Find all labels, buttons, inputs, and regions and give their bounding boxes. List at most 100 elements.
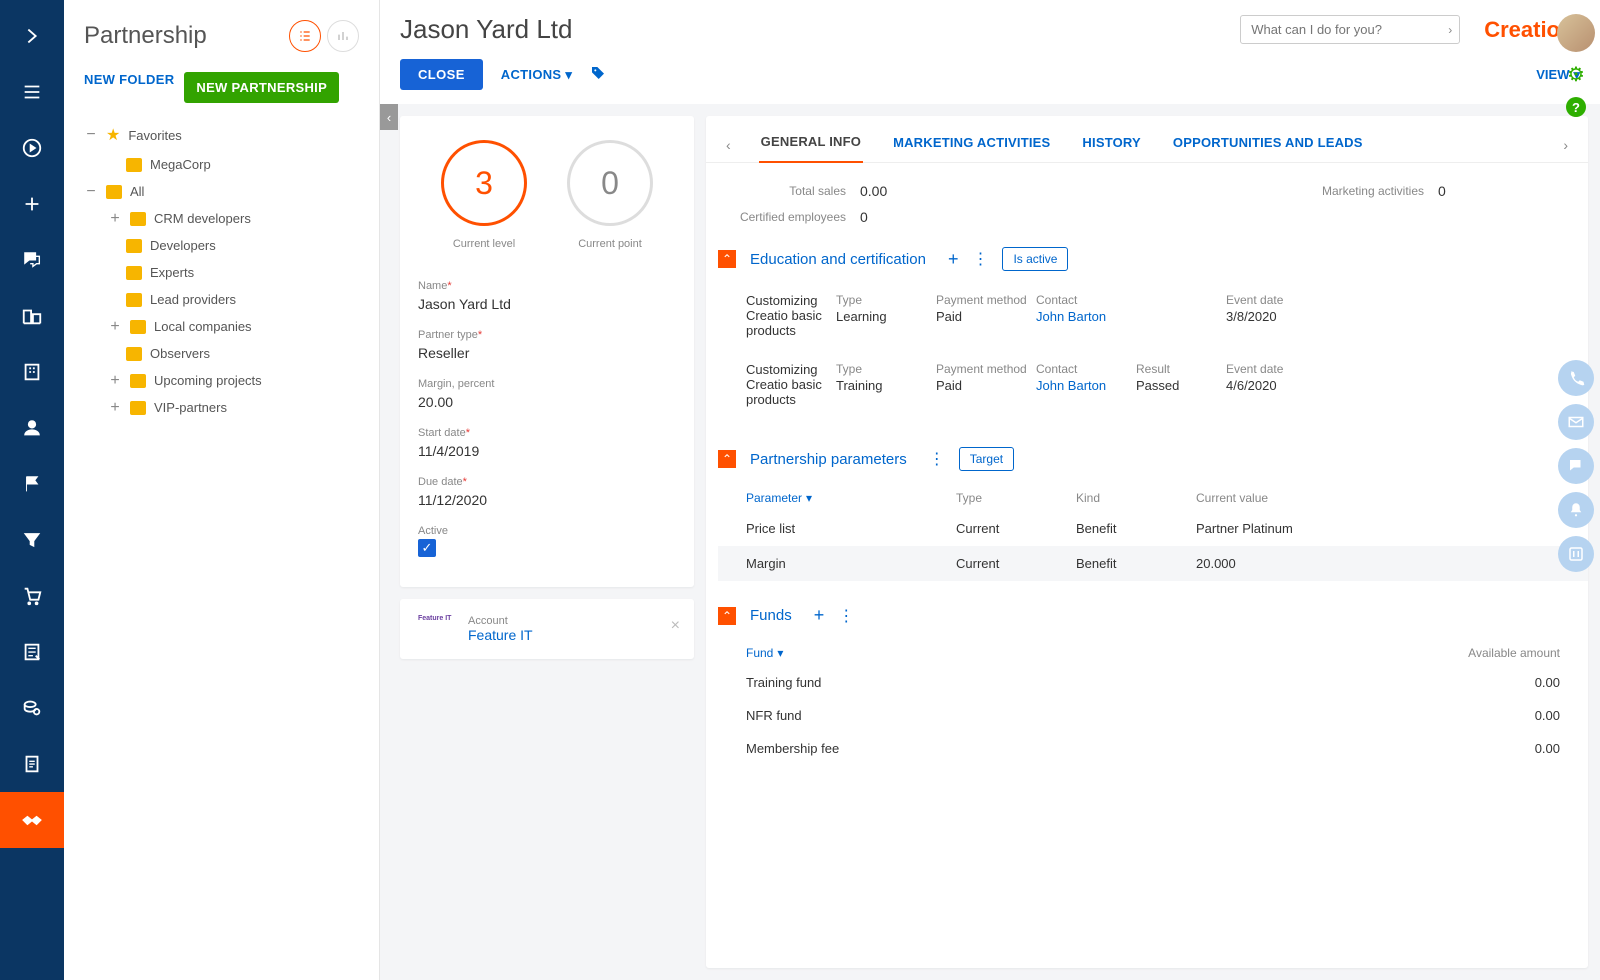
current-point-metric: 0 Current point [567, 140, 653, 250]
collapse-icon[interactable]: ⌃ [718, 250, 736, 268]
chart-view-toggle[interactable] [327, 20, 359, 52]
mail-icon[interactable] [1558, 404, 1594, 440]
help-icon[interactable]: ? [1566, 97, 1586, 117]
nav-note-icon[interactable] [0, 624, 64, 680]
tab-opportunities[interactable]: OPPORTUNITIES AND LEADS [1171, 129, 1365, 162]
nav-coins-icon[interactable] [0, 680, 64, 736]
is-active-filter[interactable]: Is active [1002, 247, 1068, 271]
tab-marketing[interactable]: MARKETING ACTIVITIES [891, 129, 1052, 162]
actions-dropdown[interactable]: ACTIONS ▾ [501, 67, 572, 83]
user-avatar[interactable] [1557, 14, 1595, 52]
chat-icon[interactable] [1558, 448, 1594, 484]
col-header[interactable]: Current value [1196, 491, 1316, 505]
table-row[interactable]: Membership fee0.00 [746, 732, 1560, 765]
folder-item[interactable]: +VIP-partners [80, 394, 363, 421]
tabs-prev[interactable]: ‹ [726, 137, 731, 153]
folder-icon [130, 374, 146, 388]
due-date-field[interactable]: Due date*11/12/2020 [418, 476, 676, 515]
target-button[interactable]: Target [959, 447, 1014, 471]
sort-fund[interactable]: Fund ▾ [746, 646, 783, 660]
add-icon[interactable]: + [814, 605, 825, 626]
table-row[interactable]: Training fund0.00 [746, 666, 1560, 699]
margin-field[interactable]: Margin, percent20.00 [418, 378, 676, 417]
sort-parameter[interactable]: Parameter ▾ [746, 491, 956, 505]
start-date-field[interactable]: Start date*11/4/2019 [418, 427, 676, 466]
list-view-toggle[interactable] [289, 20, 321, 52]
active-checkbox[interactable]: ✓ [418, 539, 436, 557]
settings-icon[interactable]: ⚙ [1567, 62, 1585, 87]
section-education-title[interactable]: Education and certification [750, 251, 926, 268]
more-icon[interactable]: ⋮ [929, 449, 945, 469]
col-header[interactable]: Type [956, 491, 1076, 505]
tab-general-info[interactable]: GENERAL INFO [759, 128, 863, 163]
section-params-title[interactable]: Partnership parameters [750, 451, 907, 468]
folder-item[interactable]: Experts [80, 259, 363, 286]
favorites-folder[interactable]: −★Favorites [80, 119, 363, 151]
nav-funnel-icon[interactable] [0, 512, 64, 568]
nav-feed-icon[interactable] [0, 232, 64, 288]
folder-icon [126, 266, 142, 280]
nav-cart-icon[interactable] [0, 568, 64, 624]
nav-add[interactable] [0, 176, 64, 232]
col-header[interactable]: Kind [1076, 491, 1196, 505]
collapse-icon[interactable]: ⌃ [718, 607, 736, 625]
section-funds-title[interactable]: Funds [750, 607, 792, 624]
close-button[interactable]: CLOSE [400, 59, 483, 90]
folder-item[interactable]: +Upcoming projects [80, 367, 363, 394]
folder-label: All [130, 184, 144, 199]
account-link[interactable]: Feature IT [468, 627, 533, 643]
nav-partnership-icon[interactable] [0, 792, 64, 848]
table-row[interactable]: NFR fund0.00 [746, 699, 1560, 732]
nav-play[interactable] [0, 120, 64, 176]
nav-contacts-icon[interactable] [0, 400, 64, 456]
table-row[interactable]: Customizing Creatio basic products TypeT… [746, 354, 1560, 423]
folder-item[interactable]: +Local companies [80, 313, 363, 340]
all-folder[interactable]: −All [80, 178, 363, 205]
bell-icon[interactable] [1558, 492, 1594, 528]
tab-history[interactable]: HISTORY [1080, 129, 1142, 162]
more-icon[interactable]: ⋮ [838, 606, 854, 626]
global-search-input[interactable] [1240, 15, 1460, 44]
folder-item[interactable]: Observers [80, 340, 363, 367]
tabs-next[interactable]: › [1563, 137, 1568, 153]
marketing-activities-field[interactable]: Marketing activities0 [1314, 183, 1558, 199]
phone-icon[interactable] [1558, 360, 1594, 396]
folder-item[interactable]: MegaCorp [80, 151, 363, 178]
add-icon[interactable]: + [948, 249, 959, 270]
folder-label: Lead providers [150, 292, 236, 307]
certified-employees-field[interactable]: Certified employees0 [736, 209, 980, 225]
collapse-icon[interactable]: ⌃ [718, 450, 736, 468]
nav-accounts-icon[interactable] [0, 288, 64, 344]
collapse-sidebar-handle[interactable]: ‹ [380, 104, 398, 130]
more-icon[interactable]: ⋮ [972, 249, 988, 269]
account-logo: Feature IT [418, 615, 454, 635]
folder-item[interactable]: Lead providers [80, 286, 363, 313]
nav-expand[interactable] [0, 8, 64, 64]
contact-link[interactable]: John Barton [1036, 378, 1136, 393]
folder-sidebar: Partnership NEW FOLDER NEW PARTNERSHIP −… [64, 0, 380, 980]
new-partnership-button[interactable]: NEW PARTNERSHIP [184, 72, 339, 103]
section-title: Partnership [84, 22, 207, 50]
nav-doc-icon[interactable] [0, 736, 64, 792]
table-row[interactable]: Customizing Creatio basic products TypeL… [746, 285, 1560, 354]
total-sales-field[interactable]: Total sales0.00 [736, 183, 980, 199]
new-folder-button[interactable]: NEW FOLDER [84, 72, 174, 103]
nav-menu[interactable] [0, 64, 64, 120]
nav-flag-icon[interactable] [0, 456, 64, 512]
close-icon[interactable]: × [671, 617, 680, 635]
col-header[interactable]: Available amount [1468, 646, 1560, 660]
partner-type-field[interactable]: Partner type*Reseller [418, 329, 676, 368]
name-field[interactable]: Name*Jason Yard Ltd [418, 280, 676, 319]
folder-icon [130, 212, 146, 226]
process-icon[interactable] [1558, 536, 1594, 572]
table-row[interactable]: Price listCurrentBenefitPartner Platinum [746, 511, 1560, 546]
comm-panel [1558, 360, 1594, 572]
chevron-right-icon[interactable]: › [1448, 23, 1452, 37]
contact-link[interactable]: John Barton [1036, 309, 1136, 324]
tag-icon[interactable] [590, 65, 606, 84]
table-row[interactable]: MarginCurrentBenefit20.000 [718, 546, 1588, 581]
folder-item[interactable]: Developers [80, 232, 363, 259]
nav-building-icon[interactable] [0, 344, 64, 400]
folder-icon [126, 239, 142, 253]
folder-item[interactable]: +CRM developers [80, 205, 363, 232]
